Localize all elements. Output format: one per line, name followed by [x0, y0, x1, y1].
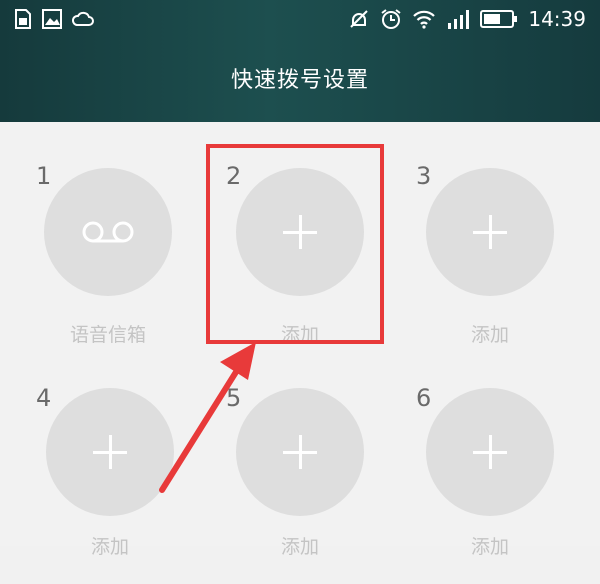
- annotation-arrow-icon: [159, 342, 256, 493]
